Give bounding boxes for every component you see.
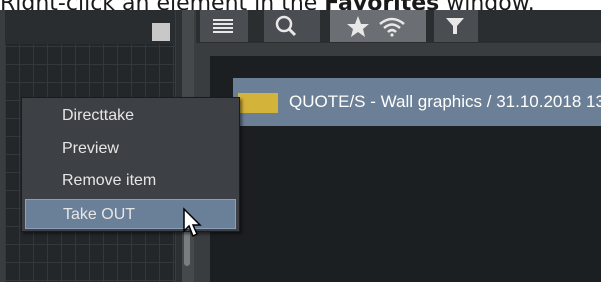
menu-item-preview[interactable]: Preview — [22, 134, 239, 164]
context-menu: Directtake Preview Remove item Take OUT — [21, 97, 240, 232]
left-panel-square-button[interactable] — [152, 23, 170, 41]
tab-favorites[interactable] — [330, 10, 427, 42]
tab-search[interactable] — [264, 10, 321, 42]
list-icon — [213, 19, 233, 33]
filter-icon — [446, 18, 464, 34]
wifi-icon — [379, 17, 405, 37]
menu-item-remove-item[interactable]: Remove item — [22, 166, 239, 196]
mouse-pointer-icon — [183, 207, 202, 238]
menu-item-directtake[interactable]: Directtake — [22, 101, 239, 131]
folder-icon — [238, 93, 278, 113]
tab-list[interactable] — [200, 10, 249, 42]
left-panel-header — [5, 10, 175, 44]
search-icon — [275, 15, 297, 37]
favorite-item-label: QUOTE/S - Wall graphics / 31.10.2018 13:… — [289, 92, 601, 111]
tab-filter[interactable] — [434, 10, 479, 42]
